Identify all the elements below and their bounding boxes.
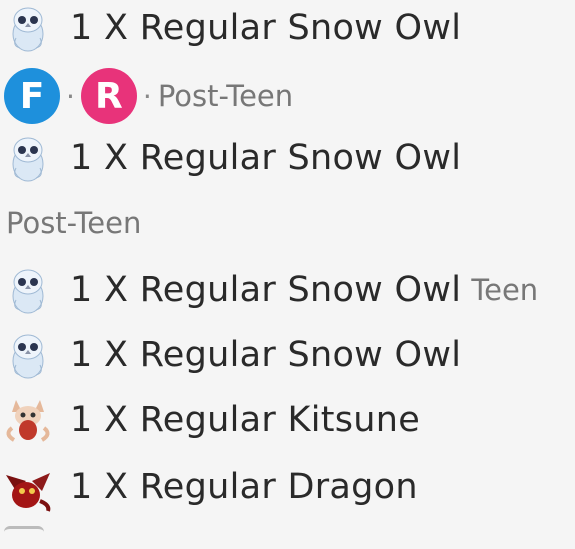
- item-text: 1 X Regular Snow Owl: [70, 8, 462, 48]
- dragon-icon: [0, 459, 56, 515]
- list-item[interactable]: 1 X Regular Kitsune: [0, 392, 575, 448]
- snow-owl-icon: [0, 262, 56, 318]
- item-text: 1 X Regular Snow Owl: [70, 138, 462, 178]
- snow-owl-icon: [0, 130, 56, 186]
- pet-attributes: F · R · Post-Teen: [0, 68, 575, 124]
- list-item[interactable]: 1 X Regular Snow Owl: [0, 130, 575, 186]
- age-label: Post-Teen: [157, 79, 294, 113]
- list-item[interactable]: 1 X Regular Snow Owl: [0, 327, 575, 383]
- section-label-text: Post-Teen: [6, 206, 142, 240]
- list-item[interactable]: 1 X Regular Snow Owl: [0, 0, 575, 56]
- item-text: 1 X Regular Snow Owl: [70, 270, 462, 310]
- fly-badge-icon: F: [4, 68, 60, 124]
- snow-owl-icon: [0, 0, 56, 56]
- list-item[interactable]: 1 X Regular Snow Owl Teen: [0, 262, 575, 318]
- age-tag: Teen: [471, 273, 539, 307]
- snow-owl-icon: [0, 327, 56, 383]
- separator: ·: [142, 79, 152, 113]
- section-label: Post-Teen: [0, 200, 575, 246]
- item-text: 1 X Regular Dragon: [70, 467, 418, 507]
- ride-badge-icon: R: [80, 68, 137, 124]
- separator: ·: [66, 79, 75, 113]
- kitsune-icon: [0, 392, 56, 448]
- item-text: 1 X Regular Kitsune: [70, 400, 421, 440]
- item-text: 1 X Regular Snow Owl: [70, 335, 462, 375]
- list-item[interactable]: 1 X Regular Dragon: [0, 459, 575, 515]
